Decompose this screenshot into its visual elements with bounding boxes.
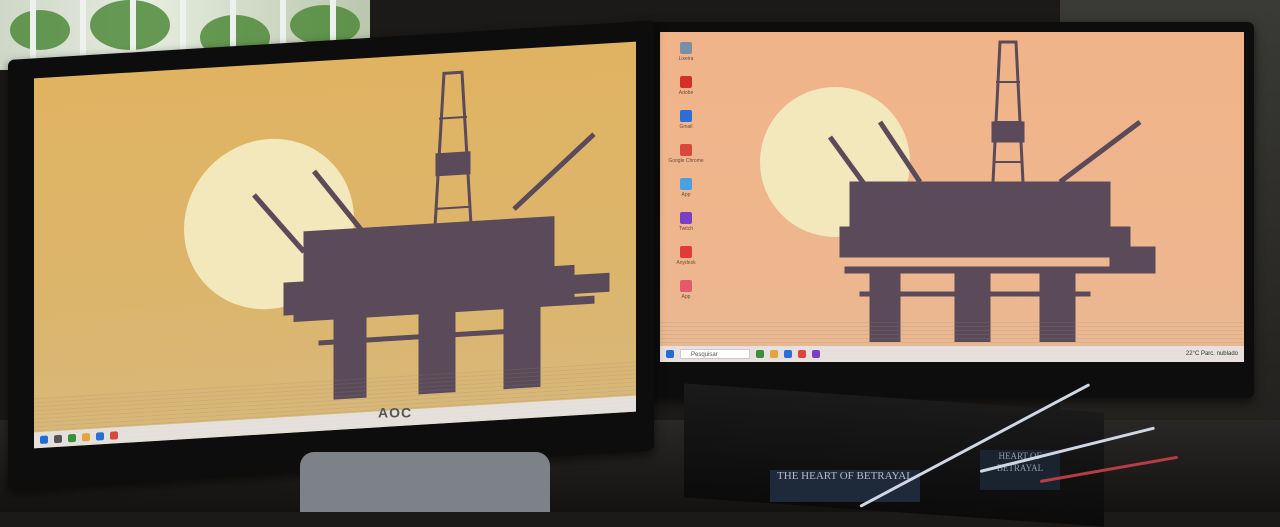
monitor-stand-base bbox=[300, 452, 550, 512]
weather-tray[interactable]: 22°C Parc. nublado bbox=[1186, 351, 1244, 357]
desktop-icon[interactable]: Lixeira bbox=[666, 42, 706, 72]
app-icon bbox=[680, 178, 692, 190]
app-icon bbox=[680, 76, 692, 88]
oil-rig-silhouette bbox=[827, 40, 1156, 342]
left-monitor: AOC bbox=[8, 20, 654, 490]
desktop-icons: Lixeira Adobe Gmail Google Chrome App Tw… bbox=[666, 42, 716, 314]
desktop-icon-label: Google Chrome bbox=[668, 158, 704, 164]
right-monitor-screen: Lixeira Adobe Gmail Google Chrome App Tw… bbox=[660, 32, 1244, 362]
taskbar-app-icon[interactable] bbox=[68, 433, 76, 443]
chrome-icon[interactable] bbox=[110, 431, 118, 440]
edge-icon[interactable] bbox=[784, 350, 792, 358]
desktop-icon-label: Twitch bbox=[678, 226, 694, 232]
desktop-icon-label: App bbox=[681, 294, 691, 300]
taskbar: Pesquisar 22°C Parc. nublado bbox=[660, 346, 1244, 362]
folder-icon[interactable] bbox=[770, 350, 778, 358]
app-icon bbox=[680, 42, 692, 54]
oil-rig-silhouette bbox=[252, 70, 610, 400]
chrome-icon bbox=[680, 144, 692, 156]
desktop-icon-label: Gmail bbox=[679, 124, 693, 130]
desktop-icon[interactable]: Gmail bbox=[666, 110, 706, 140]
desktop-icon[interactable]: App bbox=[666, 178, 706, 208]
desktop-icon-label: Adobe bbox=[678, 90, 694, 96]
desktop-icon-label: App bbox=[681, 192, 691, 198]
desktop-icon[interactable]: Google Chrome bbox=[666, 144, 706, 174]
monitor-brand-logo: AOC bbox=[378, 404, 413, 421]
taskbar-app-icon[interactable] bbox=[756, 350, 764, 358]
desktop-icon[interactable]: Anydesk bbox=[666, 246, 706, 276]
desktop-icon[interactable]: Adobe bbox=[666, 76, 706, 106]
taskbar-app-icon[interactable] bbox=[812, 350, 820, 358]
app-icon bbox=[680, 246, 692, 258]
desktop-icon-label: Lixeira bbox=[678, 56, 694, 62]
plant-leaves bbox=[10, 10, 70, 50]
twitch-icon bbox=[680, 212, 692, 224]
chrome-icon[interactable] bbox=[798, 350, 806, 358]
desktop-icon[interactable]: App bbox=[666, 280, 706, 310]
start-icon[interactable] bbox=[40, 435, 48, 445]
search-icon[interactable] bbox=[54, 434, 62, 444]
app-icon bbox=[680, 110, 692, 122]
edge-icon[interactable] bbox=[96, 432, 104, 441]
start-icon[interactable] bbox=[666, 350, 674, 358]
left-monitor-screen bbox=[34, 41, 636, 449]
app-icon bbox=[680, 280, 692, 292]
folder-icon[interactable] bbox=[82, 432, 90, 442]
desk-scene-photo: Lixeira Adobe Gmail Google Chrome App Tw… bbox=[0, 0, 1280, 527]
right-monitor: Lixeira Adobe Gmail Google Chrome App Tw… bbox=[648, 22, 1254, 398]
desktop-icon-label: Anydesk bbox=[676, 260, 696, 266]
search-input[interactable]: Pesquisar bbox=[680, 349, 750, 359]
desktop-icon[interactable]: Twitch bbox=[666, 212, 706, 242]
